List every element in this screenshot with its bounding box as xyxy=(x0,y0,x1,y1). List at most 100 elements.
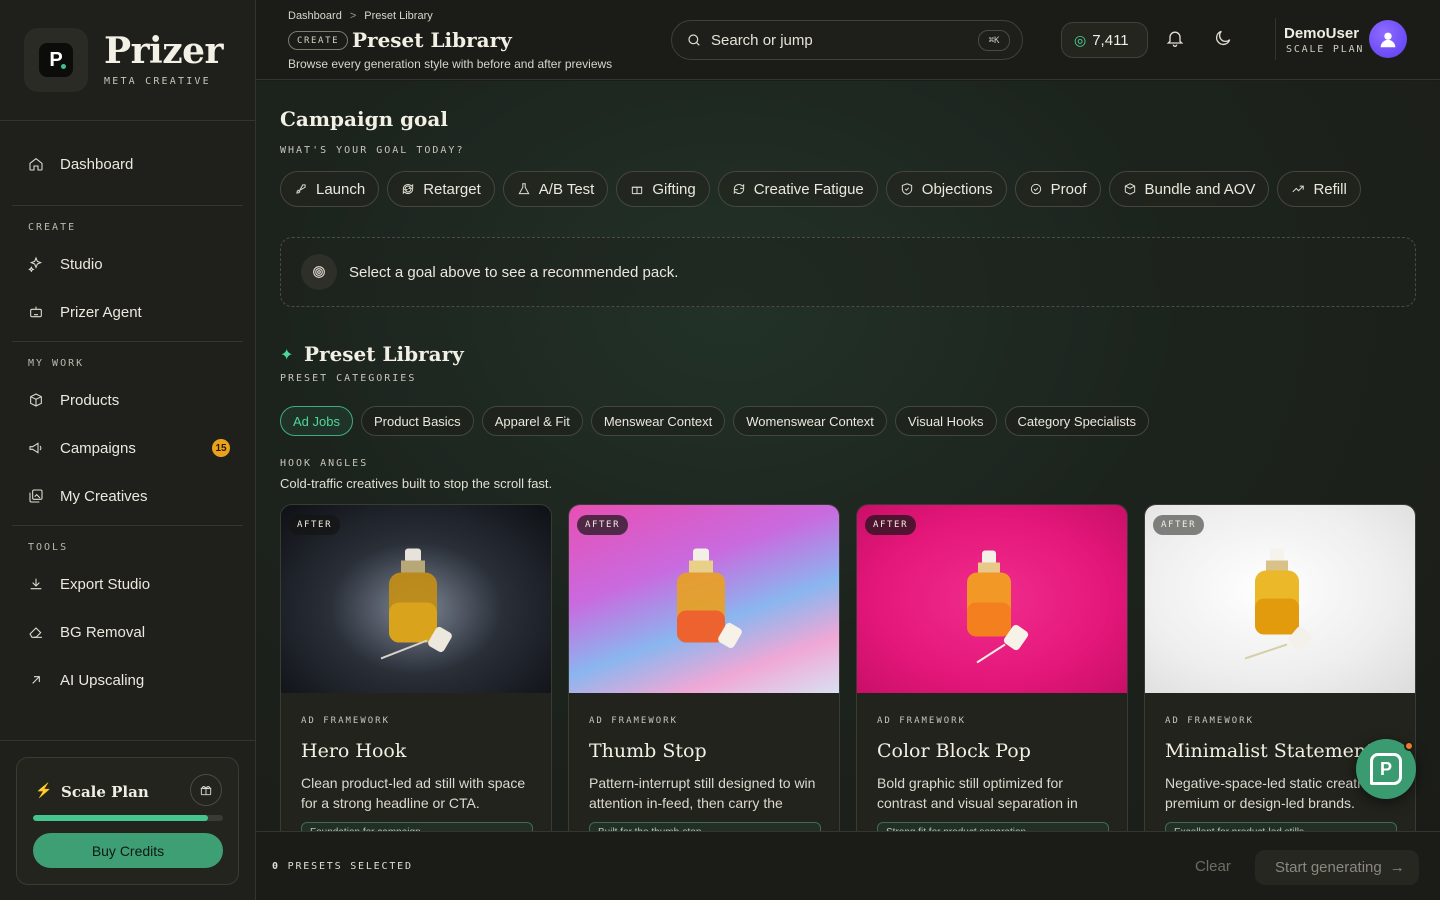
sidebar-item-label: My Creatives xyxy=(60,487,148,505)
plan-card: ⚡ Scale Plan Buy Credits xyxy=(16,757,239,885)
search-input[interactable] xyxy=(711,31,961,49)
buy-credits-button[interactable]: Buy Credits xyxy=(33,833,223,868)
goal-bundle-aov[interactable]: Bundle and AOV xyxy=(1108,171,1270,207)
sidebar-item-my-creatives[interactable]: My Creatives xyxy=(12,476,243,516)
goal-launch[interactable]: Launch xyxy=(280,171,380,207)
serum-bottle-image xyxy=(967,550,1029,664)
plan-usage-bar xyxy=(33,815,223,821)
logo[interactable]: P xyxy=(24,28,88,92)
bell-icon xyxy=(1166,31,1184,47)
selected-count-label: PRESETS SELECTED xyxy=(287,861,413,872)
tab-visual-hooks[interactable]: Visual Hooks xyxy=(894,406,997,436)
start-generating-button[interactable]: Start generating → xyxy=(1255,850,1419,885)
breadcrumb-separator: > xyxy=(349,10,357,22)
campaigns-count-badge: 15 xyxy=(212,439,230,457)
sidebar-item-label: Studio xyxy=(60,255,103,273)
preset-thumbnail: AFTER xyxy=(281,505,551,693)
card-title: Minimalist Statement xyxy=(1165,740,1374,762)
after-badge: AFTER xyxy=(289,515,341,535)
goal-label: A/B Test xyxy=(538,180,595,198)
credits-counter[interactable]: ◎ 7,411 xyxy=(1061,22,1148,58)
page-subtitle: Browse every generation style with befor… xyxy=(288,57,613,71)
section-label-create: CREATE xyxy=(28,222,77,233)
preset-card-hero-hook[interactable]: AFTER AD FRAMEWORK Hero Hook Clean produ… xyxy=(280,504,552,831)
preset-thumbnail: AFTER xyxy=(569,505,839,693)
user-icon xyxy=(1380,32,1396,48)
user-name[interactable]: DemoUser xyxy=(1284,25,1359,42)
clear-button[interactable]: Clear xyxy=(1195,858,1231,875)
preset-card-thumb-stop[interactable]: AFTER AD FRAMEWORK Thumb Stop Pattern-in… xyxy=(568,504,840,831)
goal-proof[interactable]: Proof xyxy=(1014,171,1101,207)
box-icon xyxy=(30,393,42,407)
tab-womenswear-context[interactable]: Womenswear Context xyxy=(733,406,887,436)
card-title: Hero Hook xyxy=(301,740,407,762)
brand-subtitle: META CREATIVE xyxy=(104,76,211,87)
card-title: Color Block Pop xyxy=(877,740,1031,762)
goal-label: Bundle and AOV xyxy=(1144,180,1256,198)
goal-retarget[interactable]: Retarget xyxy=(387,171,495,207)
sidebar-item-prizer-agent[interactable]: Prizer Agent xyxy=(12,292,243,332)
card-description: Clean product-led ad still with space fo… xyxy=(301,775,526,811)
card-note: Excellent for product-led stills... xyxy=(1165,822,1397,831)
goal-label: Proof xyxy=(1050,180,1087,198)
breadcrumb-current: Preset Library xyxy=(364,10,433,22)
notification-dot xyxy=(1404,741,1414,751)
goal-label: Refill xyxy=(1313,180,1347,198)
coins-icon: ◎ xyxy=(1074,31,1087,48)
robot-icon xyxy=(30,306,42,318)
sidebar-item-studio[interactable]: Studio xyxy=(12,244,243,284)
chat-bubble-icon: P xyxy=(1370,753,1402,785)
avatar[interactable] xyxy=(1369,20,1407,58)
shield-icon xyxy=(901,183,912,195)
selection-footer: 0 PRESETS SELECTED Clear Start generatin… xyxy=(256,831,1440,900)
tab-category-specialists[interactable]: Category Specialists xyxy=(1004,406,1150,436)
sidebar-item-bg-removal[interactable]: BG Removal xyxy=(12,612,243,652)
campaign-goal-caption: WHAT'S YOUR GOAL TODAY? xyxy=(280,145,465,156)
breadcrumb-dashboard[interactable]: Dashboard xyxy=(288,10,342,22)
sparkle-icon xyxy=(28,256,43,272)
cycle-icon xyxy=(733,183,744,195)
goal-creative-fatigue[interactable]: Creative Fatigue xyxy=(717,171,878,207)
notifications-button[interactable] xyxy=(1165,28,1187,50)
search-bar[interactable]: ⌘K xyxy=(671,20,1023,60)
presets-selected-count: 0 PRESETS SELECTED xyxy=(272,861,413,872)
theme-toggle-button[interactable] xyxy=(1213,28,1235,50)
tab-product-basics[interactable]: Product Basics xyxy=(360,406,474,436)
goal-ab-test[interactable]: A/B Test xyxy=(502,171,609,207)
goal-objections[interactable]: Objections xyxy=(885,171,1007,207)
sidebar-item-export-studio[interactable]: Export Studio xyxy=(12,564,243,604)
sidebar-item-campaigns[interactable]: Campaigns 15 xyxy=(12,428,243,468)
gallery-icon xyxy=(29,489,43,503)
search-icon xyxy=(688,34,700,46)
tab-menswear-context[interactable]: Menswear Context xyxy=(590,406,726,436)
preset-card-color-block-pop[interactable]: AFTER AD FRAMEWORK Color Block Pop Bold … xyxy=(856,504,1128,831)
sidebar-item-label: Export Studio xyxy=(60,575,151,593)
preset-thumbnail: AFTER xyxy=(857,505,1127,693)
gift-button[interactable] xyxy=(190,774,222,806)
user-plan: SCALE PLAN xyxy=(1286,44,1365,55)
goal-refill[interactable]: Refill xyxy=(1277,171,1361,207)
goal-gifting[interactable]: Gifting xyxy=(616,171,710,207)
card-note: Built for the thumb-stop... xyxy=(589,822,821,831)
eraser-icon xyxy=(29,627,42,638)
tab-ad-jobs[interactable]: Ad Jobs xyxy=(280,406,353,436)
section-label-my-work: MY WORK xyxy=(28,358,85,369)
sidebar-item-products[interactable]: Products xyxy=(12,380,243,420)
brand-name: Prizer xyxy=(104,30,224,72)
assistant-chat-button[interactable]: P xyxy=(1356,739,1416,799)
card-description: Pattern-interrupt still designed to win … xyxy=(589,775,816,811)
arrow-right-icon: → xyxy=(1389,859,1405,876)
plan-area: ⚡ Scale Plan Buy Credits xyxy=(0,740,255,900)
trend-up-icon xyxy=(1292,185,1305,193)
plan-usage-fill xyxy=(33,815,208,821)
goal-label: Gifting xyxy=(652,180,696,198)
shortcut-hint: ⌘K xyxy=(978,30,1010,51)
card-note: Foundation for campaign... xyxy=(301,822,533,831)
sidebar-item-ai-upscaling[interactable]: AI Upscaling xyxy=(12,660,243,700)
tab-apparel-fit[interactable]: Apparel & Fit xyxy=(481,406,583,436)
sidebar-item-dashboard[interactable]: Dashboard xyxy=(12,144,243,184)
goal-recommendation-box: Select a goal above to see a recommended… xyxy=(280,237,1416,307)
card-caption: AD FRAMEWORK xyxy=(589,716,679,726)
megaphone-icon xyxy=(29,442,42,454)
preset-thumbnail: AFTER xyxy=(1145,505,1415,693)
